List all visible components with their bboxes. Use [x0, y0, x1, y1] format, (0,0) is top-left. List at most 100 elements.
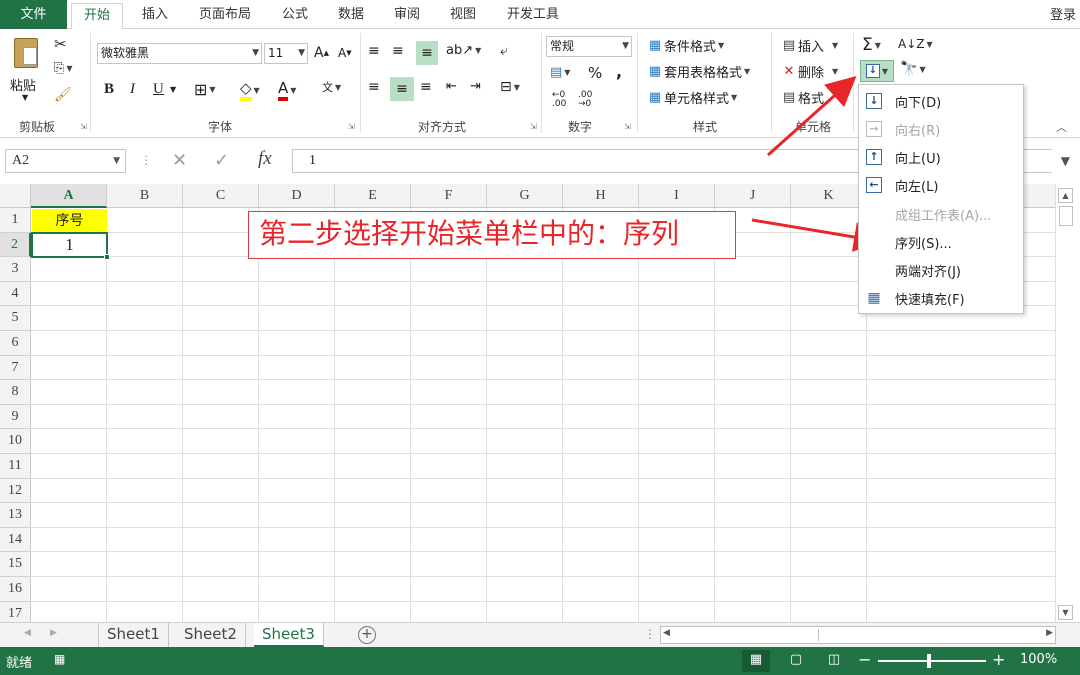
prev-sheet-icon[interactable]: ◀: [24, 628, 31, 638]
sheet-tab-3[interactable]: Sheet3: [254, 623, 324, 647]
enter-check-icon[interactable]: ✓: [214, 150, 229, 171]
phonetic-icon[interactable]: 文 ▼: [322, 79, 341, 95]
column-header-a[interactable]: A: [31, 184, 107, 208]
grow-font-icon[interactable]: A ▲: [314, 45, 329, 61]
italic-button[interactable]: I: [130, 81, 135, 98]
column-header-d[interactable]: D: [259, 184, 335, 208]
column-header-b[interactable]: B: [107, 184, 183, 208]
row-header-7[interactable]: 7: [0, 355, 31, 381]
shrink-font-icon[interactable]: A ▼: [338, 46, 352, 60]
increase-decimal-icon[interactable]: ←0.00: [552, 91, 566, 109]
cancel-icon[interactable]: ✕: [172, 150, 187, 171]
format-as-table-button[interactable]: ▦ 套用表格格式 ▼: [646, 62, 750, 81]
align-middle-icon[interactable]: ≡: [392, 43, 404, 59]
insert-cells-button[interactable]: ▤ 插入 ▼: [780, 36, 838, 55]
font-color-icon[interactable]: A ▼: [278, 79, 296, 101]
row-header-17[interactable]: 17: [0, 601, 31, 622]
row-header-10[interactable]: 10: [0, 429, 31, 454]
zoom-slider-thumb[interactable]: [927, 654, 931, 668]
clipboard-launcher-icon[interactable]: ⇲: [80, 122, 87, 131]
merge-center-icon[interactable]: ⊟ ▼: [500, 79, 520, 95]
tab-insert[interactable]: 插入: [130, 3, 180, 29]
scroll-right-icon[interactable]: ▶: [1046, 628, 1053, 638]
row-header-11[interactable]: 11: [0, 454, 31, 479]
sheet-tab-1[interactable]: Sheet1: [98, 623, 169, 647]
font-name-combo[interactable]: 微软雅黑 ▼: [97, 43, 262, 64]
align-bottom-icon[interactable]: ≡: [416, 41, 438, 65]
row-header-1[interactable]: 1: [0, 208, 31, 233]
autosum-icon[interactable]: Σ ▼: [862, 35, 881, 55]
name-box[interactable]: A2 ▼: [5, 149, 126, 173]
tab-developer[interactable]: 开发工具: [496, 3, 570, 29]
copy-icon[interactable]: ⎘ ▼: [54, 61, 73, 76]
font-launcher-icon[interactable]: ⇲: [348, 122, 355, 131]
font-size-combo[interactable]: 11 ▼: [264, 43, 308, 64]
insert-function-icon[interactable]: fx: [258, 148, 272, 170]
paste-button[interactable]: [10, 35, 42, 71]
column-header-e[interactable]: E: [335, 184, 411, 208]
accounting-format-icon[interactable]: ▤ ▼: [550, 65, 570, 80]
tab-formulas[interactable]: 公式: [272, 3, 318, 29]
format-cells-button[interactable]: ▤ 格式: [780, 88, 824, 107]
scroll-left-icon[interactable]: ◀: [663, 628, 670, 638]
tab-home[interactable]: 开始: [71, 3, 123, 30]
page-layout-view-icon[interactable]: ▢: [782, 650, 810, 672]
fill-button[interactable]: ↓ ▼: [860, 60, 894, 82]
number-launcher-icon[interactable]: ⇲: [624, 122, 631, 131]
align-center-icon[interactable]: ≡: [390, 77, 414, 101]
column-header-g[interactable]: G: [487, 184, 563, 208]
paste-label[interactable]: 粘贴: [10, 75, 36, 94]
tab-view[interactable]: 视图: [440, 3, 486, 29]
zoom-level[interactable]: 100%: [1020, 652, 1057, 667]
column-header-i[interactable]: I: [639, 184, 715, 208]
menu-item-justify[interactable]: 两端对齐(J): [859, 256, 1023, 284]
align-top-icon[interactable]: ≡: [368, 43, 380, 59]
page-break-view-icon[interactable]: ◫: [820, 650, 848, 672]
row-header-13[interactable]: 13: [0, 503, 31, 528]
add-sheet-icon[interactable]: +: [358, 626, 376, 644]
menu-item-flash-fill[interactable]: ▦ 快速填充(F): [859, 284, 1023, 312]
horizontal-scrollbar[interactable]: ◀ ▶: [660, 626, 1056, 644]
row-header-15[interactable]: 15: [0, 552, 31, 577]
underline-dropdown-icon[interactable]: ▼: [170, 85, 176, 94]
splitter-grip-icon[interactable]: ⋮: [644, 627, 656, 641]
row-header-12[interactable]: 12: [0, 478, 31, 504]
normal-view-icon[interactable]: ▦: [742, 650, 770, 672]
cell-a2[interactable]: 1: [31, 232, 110, 260]
row-header-5[interactable]: 5: [0, 306, 31, 331]
sort-filter-icon[interactable]: A↓Z ▼: [898, 37, 933, 51]
tab-file[interactable]: 文件: [0, 0, 67, 29]
row-header-16[interactable]: 16: [0, 577, 31, 602]
tab-review[interactable]: 审阅: [384, 3, 430, 29]
alignment-launcher-icon[interactable]: ⇲: [530, 122, 537, 131]
column-header-h[interactable]: H: [563, 184, 639, 208]
column-header-j[interactable]: J: [715, 184, 791, 208]
comma-button[interactable]: ,: [616, 62, 622, 81]
align-right-icon[interactable]: ≡: [420, 79, 432, 95]
collapse-ribbon-icon[interactable]: ︿: [1056, 119, 1067, 135]
row-header-6[interactable]: 6: [0, 331, 31, 356]
column-header-k[interactable]: K: [791, 184, 867, 208]
row-header-8[interactable]: 8: [0, 380, 31, 405]
scroll-thumb[interactable]: [1059, 206, 1073, 226]
row-header-9[interactable]: 9: [0, 404, 31, 430]
fill-color-icon[interactable]: ◇ ▼: [240, 79, 260, 101]
row-header-4[interactable]: 4: [0, 281, 31, 307]
tab-data[interactable]: 数据: [328, 3, 374, 29]
scroll-down-icon[interactable]: ▼: [1058, 605, 1073, 620]
zoom-out-icon[interactable]: −: [858, 650, 871, 669]
column-header-c[interactable]: C: [183, 184, 259, 208]
find-select-icon[interactable]: 🔭 ▼: [900, 61, 926, 77]
paste-dropdown-icon[interactable]: ▼: [22, 93, 28, 102]
row-header-2[interactable]: 2: [0, 232, 31, 258]
orientation-icon[interactable]: ab↗ ▼: [446, 43, 481, 58]
row-header-14[interactable]: 14: [0, 527, 31, 553]
column-header-f[interactable]: F: [411, 184, 487, 208]
next-sheet-icon[interactable]: ▶: [50, 628, 57, 638]
number-format-combo[interactable]: 常规 ▼: [546, 36, 632, 57]
scroll-up-icon[interactable]: ▲: [1058, 188, 1073, 203]
zoom-slider[interactable]: [878, 660, 986, 662]
zoom-in-icon[interactable]: +: [992, 650, 1005, 669]
menu-item-fill-up[interactable]: ↑ 向上(U): [859, 143, 1023, 171]
borders-icon[interactable]: ⊞ ▼: [194, 80, 216, 99]
